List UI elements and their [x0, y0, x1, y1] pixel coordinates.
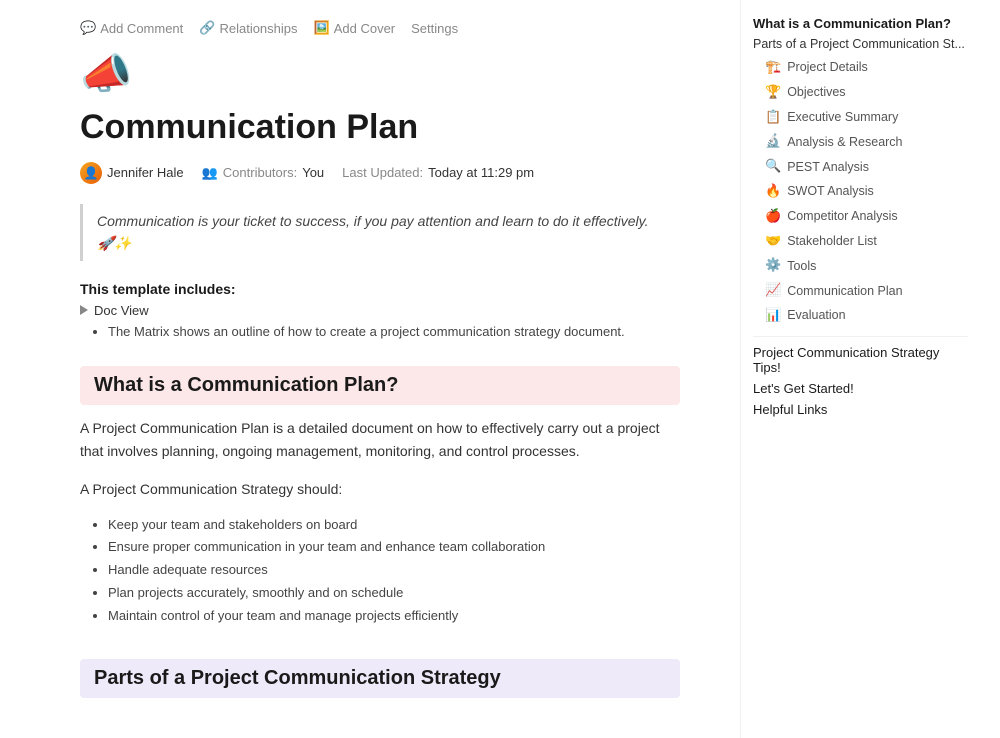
section-body-2: A Project Communication Strategy should: — [80, 478, 680, 501]
relationships-icon: 🔗 — [199, 20, 215, 36]
last-updated-item: Last Updated: Today at 11:29 pm — [342, 165, 534, 180]
sidebar-footer-item[interactable]: Helpful Links — [753, 402, 968, 417]
sidebar-emoji: 🔍 — [765, 156, 781, 177]
sidebar-item-label: Objectives — [787, 82, 845, 102]
bullet-item: Keep your team and stakeholders on board — [108, 515, 680, 536]
sidebar-item-label: Evaluation — [787, 305, 845, 325]
sidebar-emoji: 📊 — [765, 305, 781, 326]
bullet-item: Plan projects accurately, smoothly and o… — [108, 583, 680, 604]
bullet-item: Handle adequate resources — [108, 560, 680, 581]
add-cover-button[interactable]: 🖼️ Add Cover — [314, 20, 396, 36]
template-section: This template includes: Doc View The Mat… — [80, 281, 680, 343]
sidebar-emoji: 🔥 — [765, 181, 781, 202]
sidebar-item[interactable]: ⚙️ Tools — [753, 253, 968, 278]
sidebar-item-label: Tools — [787, 256, 816, 276]
meta-row: 👤 Jennifer Hale 👥 Contributors: You Last… — [80, 162, 680, 184]
bullet-item: Ensure proper communication in your team… — [108, 537, 680, 558]
contributors-label: Contributors: — [223, 165, 297, 180]
section-body-1: A Project Communication Plan is a detail… — [80, 417, 680, 463]
doc-view-row: Doc View — [80, 303, 680, 318]
sidebar-item-label: Communication Plan — [787, 281, 902, 301]
relationships-button[interactable]: 🔗 Relationships — [199, 20, 297, 36]
sidebar-item[interactable]: 🏗️ Project Details — [753, 55, 968, 80]
sidebar: What is a Communication Plan? Parts of a… — [740, 0, 980, 738]
avatar: 👤 — [80, 162, 102, 184]
sidebar-items-list: 🏗️ Project Details 🏆 Objectives 📋 Executive S… — [753, 55, 968, 328]
sidebar-item[interactable]: 🔬 Analysis & Research — [753, 129, 968, 154]
quote-text: Communication is your ticket to success,… — [97, 213, 648, 251]
section-heading-what-is: What is a Communication Plan? — [80, 366, 680, 405]
sidebar-footer-item[interactable]: Let's Get Started! — [753, 381, 968, 396]
sidebar-item-label: Stakeholder List — [787, 231, 877, 251]
sidebar-item-label: PEST Analysis — [787, 157, 869, 177]
sidebar-item-label: SWOT Analysis — [787, 181, 874, 201]
contributors-item: 👥 Contributors: You — [202, 165, 325, 181]
sidebar-emoji: 🔬 — [765, 131, 781, 152]
add-comment-button[interactable]: 💬 Add Comment — [80, 20, 183, 36]
sidebar-item[interactable]: 🍎 Competitor Analysis — [753, 204, 968, 229]
sidebar-footer-list: Project Communication Strategy Tips! Let'… — [753, 345, 968, 417]
template-bullets: The Matrix shows an outline of how to cr… — [80, 322, 680, 343]
comment-icon: 💬 — [80, 20, 96, 36]
last-updated-value: Today at 11:29 pm — [428, 165, 534, 180]
sidebar-item[interactable]: 🔍 PEST Analysis — [753, 154, 968, 179]
sidebar-emoji: 📈 — [765, 280, 781, 301]
sidebar-emoji: 📋 — [765, 107, 781, 128]
page-title: Communication Plan — [80, 107, 680, 148]
sidebar-toc-heading[interactable]: What is a Communication Plan? — [753, 16, 968, 31]
doc-view-label: Doc View — [94, 303, 149, 318]
sidebar-emoji: 🏗️ — [765, 57, 781, 78]
bullet-item: Maintain control of your team and manage… — [108, 606, 680, 627]
sidebar-item[interactable]: 🤝 Stakeholder List — [753, 229, 968, 254]
section-what-is: What is a Communication Plan? A Project … — [80, 366, 680, 626]
template-heading: This template includes: — [80, 281, 236, 297]
author-item: 👤 Jennifer Hale — [80, 162, 184, 184]
quote-block: Communication is your ticket to success,… — [80, 204, 680, 261]
sidebar-item-label: Executive Summary — [787, 107, 898, 127]
sidebar-emoji: ⚙️ — [765, 255, 781, 276]
template-bullet-item: The Matrix shows an outline of how to cr… — [108, 322, 680, 343]
sidebar-item[interactable]: 📈 Communication Plan — [753, 278, 968, 303]
author-name: Jennifer Hale — [107, 165, 184, 180]
page-icon: 📣 — [80, 50, 680, 99]
sidebar-emoji: 🤝 — [765, 231, 781, 252]
triangle-icon — [80, 305, 88, 315]
sidebar-item[interactable]: 🏆 Objectives — [753, 80, 968, 105]
sidebar-item-label: Competitor Analysis — [787, 206, 897, 226]
last-updated-label: Last Updated: — [342, 165, 423, 180]
sidebar-item[interactable]: 📊 Evaluation — [753, 303, 968, 328]
sidebar-divider — [753, 336, 968, 337]
sidebar-emoji: 🍎 — [765, 206, 781, 227]
section-heading-parts: Parts of a Project Communication Strateg… — [80, 659, 680, 698]
section-parts: Parts of a Project Communication Strateg… — [80, 659, 680, 698]
image-icon: 🖼️ — [314, 20, 330, 36]
contributors-value: You — [302, 165, 324, 180]
settings-button[interactable]: Settings — [411, 21, 458, 36]
contributors-icon: 👥 — [202, 165, 218, 181]
toolbar: 💬 Add Comment 🔗 Relationships 🖼️ Add Cov… — [80, 20, 680, 36]
sidebar-item-label: Project Details — [787, 57, 868, 77]
sidebar-emoji: 🏆 — [765, 82, 781, 103]
sidebar-footer-item[interactable]: Project Communication Strategy Tips! — [753, 345, 968, 375]
sidebar-item[interactable]: 📋 Executive Summary — [753, 105, 968, 130]
sidebar-item[interactable]: 🔥 SWOT Analysis — [753, 179, 968, 204]
sidebar-parts-heading[interactable]: Parts of a Project Communication St... — [753, 37, 968, 51]
sidebar-item-label: Analysis & Research — [787, 132, 902, 152]
section-bullets: Keep your team and stakeholders on board… — [80, 515, 680, 627]
